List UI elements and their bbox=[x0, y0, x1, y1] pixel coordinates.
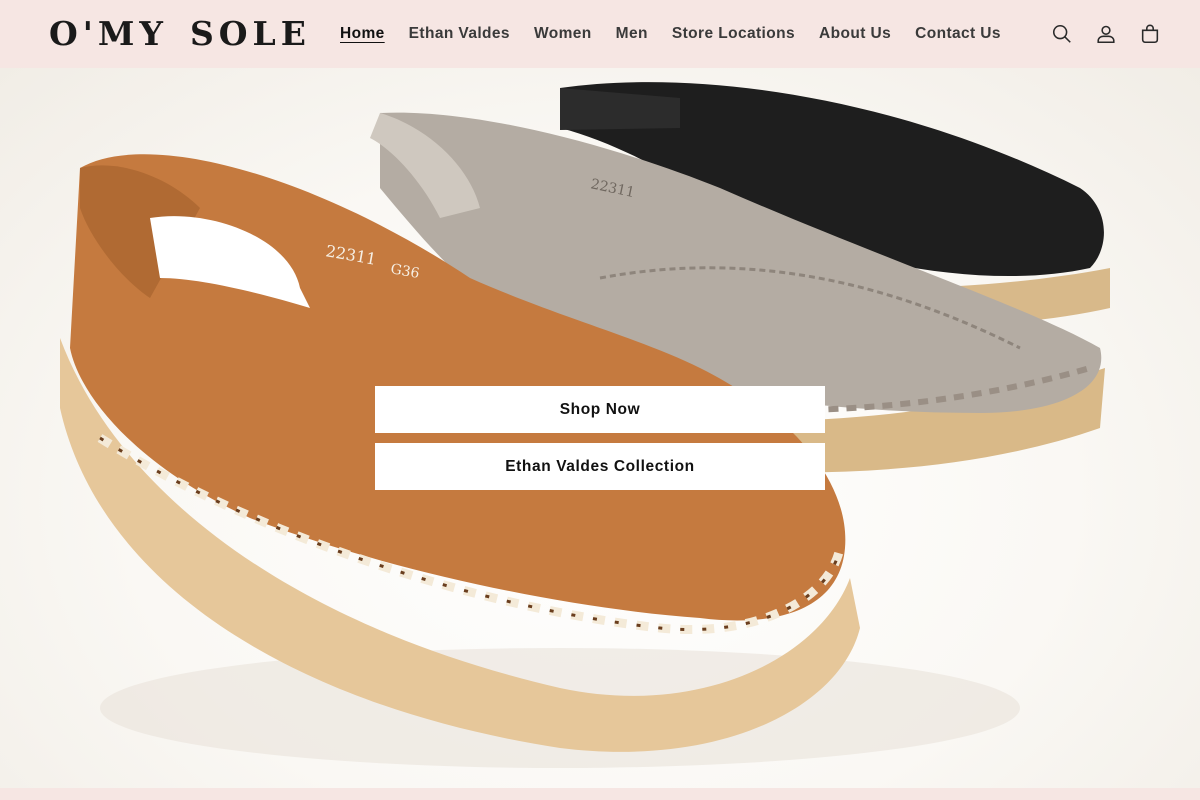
nav-home[interactable]: Home bbox=[328, 25, 397, 43]
ethan-valdes-collection-button[interactable]: Ethan Valdes Collection bbox=[375, 443, 825, 490]
section-divider bbox=[0, 788, 1200, 800]
account-button[interactable] bbox=[1094, 18, 1118, 50]
main-nav: Home Ethan Valdes Women Men Store Locati… bbox=[328, 22, 1013, 46]
nav-women[interactable]: Women bbox=[522, 25, 604, 43]
hero-banner: 22311 22311 G36 Shop Now Ethan Valdes Co… bbox=[0, 68, 1200, 788]
logo-text-sole: SOLE bbox=[189, 14, 311, 53]
search-icon bbox=[1052, 24, 1071, 43]
shop-now-button[interactable]: Shop Now bbox=[375, 386, 825, 433]
nav-store-locations[interactable]: Store Locations bbox=[660, 25, 807, 43]
nav-about-us[interactable]: About Us bbox=[807, 25, 903, 43]
cart-button[interactable] bbox=[1138, 18, 1162, 50]
nav-ethan-valdes[interactable]: Ethan Valdes bbox=[397, 25, 522, 43]
brand-logo[interactable]: O'MY SOLE bbox=[49, 14, 311, 53]
site-header: O'MY SOLE Home Ethan Valdes Women Men Sto… bbox=[0, 0, 1200, 68]
search-button[interactable] bbox=[1050, 18, 1074, 50]
logo-text-omy: O'MY bbox=[49, 14, 168, 53]
nav-contact-us[interactable]: Contact Us bbox=[903, 25, 1013, 43]
cart-icon bbox=[1141, 24, 1159, 44]
header-icons bbox=[1050, 18, 1162, 50]
nav-men[interactable]: Men bbox=[604, 25, 660, 43]
account-icon bbox=[1097, 25, 1115, 44]
